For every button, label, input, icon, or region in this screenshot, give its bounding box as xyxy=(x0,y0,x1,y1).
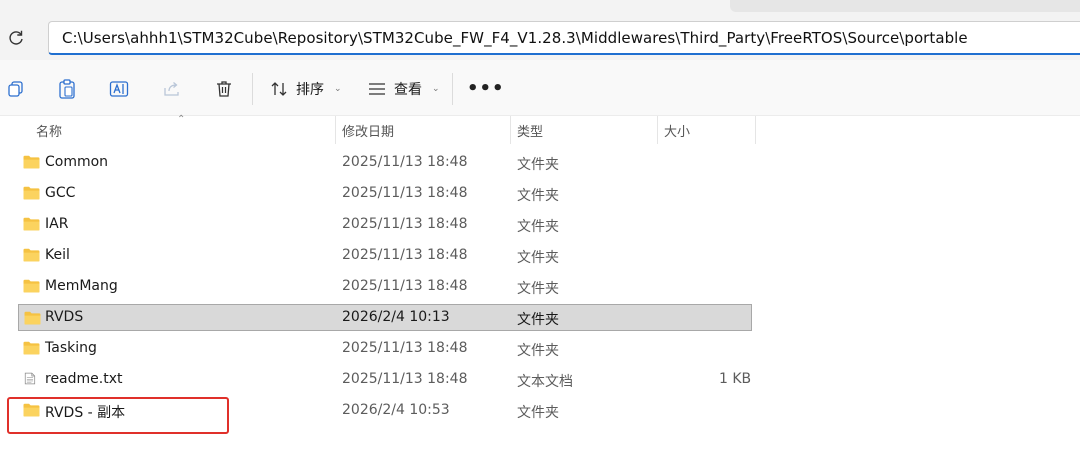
file-name: MemMang xyxy=(45,278,118,294)
file-type: 文件夹 xyxy=(517,157,559,173)
text-document-icon xyxy=(24,372,36,385)
file-type: 文件夹 xyxy=(517,343,559,359)
folder-icon xyxy=(23,155,40,169)
rename-icon[interactable] xyxy=(108,78,130,100)
column-header-row: ⌃ 名称 修改日期 类型 大小 xyxy=(0,114,1080,144)
file-row[interactable]: MemMang 2025/11/13 18:48 文件夹 xyxy=(18,273,752,300)
file-name: Keil xyxy=(45,247,70,263)
file-type: 文本文档 xyxy=(517,374,573,390)
toolbar-separator xyxy=(252,73,253,105)
view-list-icon xyxy=(369,83,385,95)
share-icon[interactable] xyxy=(161,78,183,100)
folder-icon xyxy=(23,248,40,262)
sort-icon xyxy=(271,82,287,96)
delete-icon[interactable] xyxy=(213,78,235,100)
address-path: C:\Users\ahhh1\STM32Cube\Repository\STM3… xyxy=(62,29,968,47)
file-name: IAR xyxy=(45,216,69,232)
file-row[interactable]: Keil 2025/11/13 18:48 文件夹 xyxy=(18,242,752,269)
column-divider[interactable] xyxy=(510,116,511,144)
column-header-name[interactable]: 名称 xyxy=(36,121,62,140)
sort-button[interactable]: 排序 ⌄ xyxy=(270,78,342,100)
address-bar[interactable]: C:\Users\ahhh1\STM32Cube\Repository\STM3… xyxy=(48,21,1080,55)
file-name: Common xyxy=(45,154,109,170)
chevron-down-icon: ⌄ xyxy=(432,84,440,94)
column-header-size[interactable]: 大小 xyxy=(664,121,690,140)
file-modified: 2025/11/13 18:48 xyxy=(342,185,468,201)
more-options-button[interactable]: ••• xyxy=(467,78,505,99)
file-type: 文件夹 xyxy=(517,405,559,421)
file-row[interactable]: IAR 2025/11/13 18:48 文件夹 xyxy=(18,211,752,238)
file-modified: 2025/11/13 18:48 xyxy=(342,371,468,387)
paste-icon[interactable] xyxy=(56,78,78,100)
view-button[interactable]: 查看 ⌄ xyxy=(368,78,440,100)
column-divider[interactable] xyxy=(657,116,658,144)
column-divider[interactable] xyxy=(755,116,756,144)
sort-ascending-icon: ⌃ xyxy=(177,114,186,125)
folder-icon xyxy=(23,279,40,293)
file-modified: 2025/11/13 18:48 xyxy=(342,340,468,356)
folder-icon xyxy=(24,311,41,325)
column-header-type[interactable]: 类型 xyxy=(517,121,543,140)
file-row[interactable]: Tasking 2025/11/13 18:48 文件夹 xyxy=(18,335,752,362)
file-type: 文件夹 xyxy=(517,188,559,204)
file-modified: 2025/11/13 18:48 xyxy=(342,154,468,170)
file-row[interactable]: GCC 2025/11/13 18:48 文件夹 xyxy=(18,180,752,207)
column-divider[interactable] xyxy=(335,116,336,144)
file-name: Tasking xyxy=(45,340,97,356)
file-name: GCC xyxy=(45,185,76,201)
command-bar: 排序 ⌄ 查看 ⌄ ••• xyxy=(0,60,1080,116)
file-name: RVDS xyxy=(45,309,84,325)
file-type: 文件夹 xyxy=(517,219,559,235)
folder-icon xyxy=(23,217,40,231)
toolbar-separator xyxy=(452,73,453,105)
file-size: 1 KB xyxy=(719,371,752,387)
file-row[interactable]: readme.txt 2025/11/13 18:48 文本文档 1 KB xyxy=(18,366,752,393)
file-modified: 2026/2/4 10:53 xyxy=(342,402,450,418)
annotation-highlight-box xyxy=(7,397,229,434)
copy-icon[interactable] xyxy=(5,78,27,100)
file-row-selected[interactable]: RVDS 2026/2/4 10:13 文件夹 xyxy=(18,304,752,331)
refresh-icon[interactable] xyxy=(6,28,26,48)
folder-icon xyxy=(23,341,40,355)
folder-icon xyxy=(23,186,40,200)
sort-label: 排序 xyxy=(296,82,324,98)
file-row[interactable]: Common 2025/11/13 18:48 文件夹 xyxy=(18,149,752,176)
file-modified: 2025/11/13 18:48 xyxy=(342,216,468,232)
file-type: 文件夹 xyxy=(517,250,559,266)
chevron-down-icon: ⌄ xyxy=(334,84,342,94)
file-name: readme.txt xyxy=(45,371,123,387)
file-modified: 2025/11/13 18:48 xyxy=(342,247,468,263)
view-label: 查看 xyxy=(394,82,422,98)
file-modified: 2026/2/4 10:13 xyxy=(342,309,450,325)
tab-bar-edge xyxy=(730,0,1080,12)
file-type: 文件夹 xyxy=(517,281,559,297)
file-type: 文件夹 xyxy=(517,312,559,328)
column-header-modified[interactable]: 修改日期 xyxy=(342,121,394,140)
file-modified: 2025/11/13 18:48 xyxy=(342,278,468,294)
